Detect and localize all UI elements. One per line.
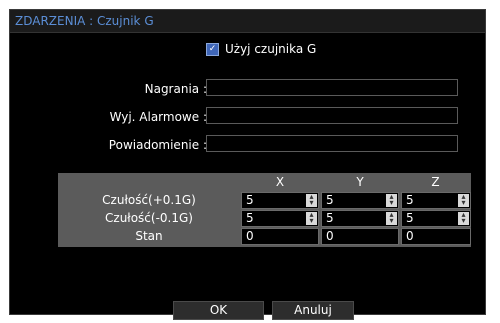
title-bar: ZDARZENIA : Czujnik G	[10, 10, 485, 33]
spinner-arrows-icon[interactable]: ▴ ▾	[458, 211, 469, 225]
sensitivity-minus-z-value: 5	[406, 211, 414, 225]
notification-label: Powiadomienie :	[108, 138, 207, 152]
sensitivity-plus-z-spinner[interactable]: 5 ▴ ▾	[401, 192, 471, 209]
status-label: Stan	[58, 228, 240, 245]
sensitivity-minus-z-spinner[interactable]: 5 ▴ ▾	[401, 210, 471, 227]
sensitivity-minus-x-spinner[interactable]: 5 ▴ ▾	[241, 210, 319, 227]
alarm-output-label: Wyj. Alarmowe :	[109, 110, 207, 124]
spinner-arrows-icon[interactable]: ▴ ▾	[458, 193, 469, 207]
notification-field[interactable]	[206, 135, 458, 152]
status-z-text: 0	[406, 229, 414, 243]
sensitivity-plus-x-value: 5	[246, 193, 254, 207]
sensitivity-plus-y-value: 5	[326, 193, 334, 207]
sensitivity-minus-y-spinner[interactable]: 5 ▴ ▾	[321, 210, 399, 227]
sensitivity-plus-z-value: 5	[406, 193, 414, 207]
status-x-text: 0	[246, 229, 254, 243]
alarm-output-field[interactable]	[206, 107, 458, 124]
status-x-value: 0	[241, 228, 319, 245]
column-y-header: Y	[356, 175, 364, 189]
dialog-title: ZDARZENIA : Czujnik G	[15, 14, 154, 28]
recording-label: Nagrania :	[144, 82, 207, 96]
column-x-header: X	[275, 175, 285, 189]
sensitivity-plus-y-spinner[interactable]: 5 ▴ ▾	[321, 192, 399, 209]
spinner-arrows-icon[interactable]: ▴ ▾	[306, 193, 317, 207]
sensitivity-minus-label: Czułość(-0.1G)	[58, 210, 240, 227]
spinner-arrows-icon[interactable]: ▴ ▾	[306, 211, 317, 225]
sensitivity-plus-label: Czułość(+0.1G)	[58, 192, 240, 209]
spinner-arrows-icon[interactable]: ▴ ▾	[386, 211, 397, 225]
status-z-value: 0	[401, 228, 471, 245]
use-g-sensor-row[interactable]: ✓ Użyj czujnika G	[206, 42, 316, 56]
sensitivity-minus-x-value: 5	[246, 211, 254, 225]
sensitivity-grid: X Y Z Czułość(+0.1G) 5 ▴ ▾ 5 ▴ ▾ 5 ▴ ▾ Czuł…	[58, 173, 471, 247]
status-y-value: 0	[321, 228, 399, 245]
ok-button[interactable]: OK	[173, 301, 264, 320]
g-sensor-dialog: ZDARZENIA : Czujnik G ✓ Użyj czujnika G …	[9, 9, 486, 320]
sensitivity-minus-y-value: 5	[326, 211, 334, 225]
recording-field[interactable]	[206, 79, 458, 96]
spinner-arrows-icon[interactable]: ▴ ▾	[386, 193, 397, 207]
use-g-sensor-checkbox[interactable]: ✓	[206, 42, 219, 56]
status-y-text: 0	[326, 229, 334, 243]
use-g-sensor-label: Użyj czujnika G	[225, 42, 317, 56]
cancel-button[interactable]: Anuluj	[272, 301, 354, 320]
sensitivity-plus-x-spinner[interactable]: 5 ▴ ▾	[241, 192, 319, 209]
column-z-header: Z	[431, 175, 440, 189]
